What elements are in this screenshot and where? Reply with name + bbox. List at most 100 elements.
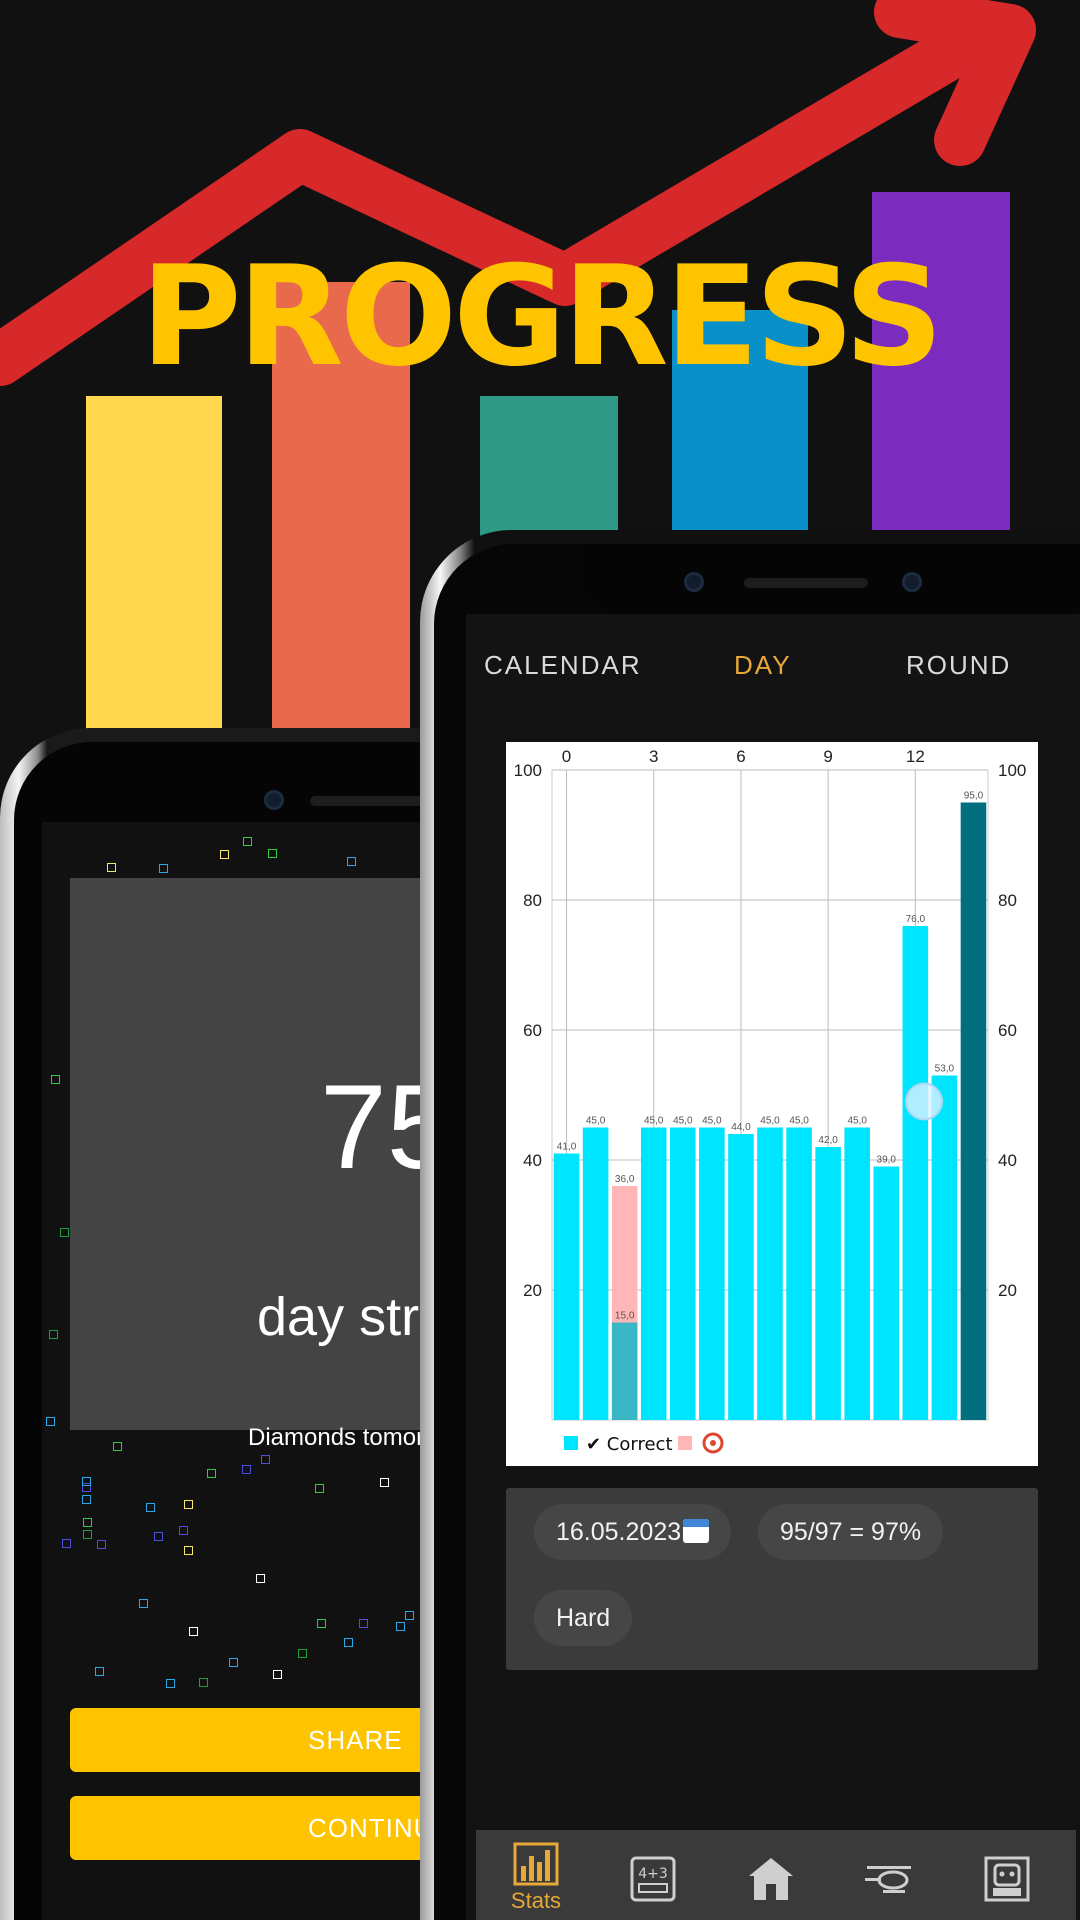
front-camera xyxy=(684,572,704,592)
chart-bar xyxy=(582,1127,609,1420)
phone-right-frame: CALENDAR DAY ROUND 20 20 40 40 60 60 80 80 100 10… xyxy=(420,530,1080,1920)
confetti-piece xyxy=(405,1611,414,1620)
phone-right-bezel: CALENDAR DAY ROUND 20 20 40 40 60 60 80 80 100 10… xyxy=(434,544,1080,1920)
confetti-piece xyxy=(243,837,252,846)
chart-bar xyxy=(553,1153,580,1420)
round-info-card: 16.05.2023 95/97 = 97% Hard xyxy=(506,1488,1038,1670)
bar-value-label: 45,0 xyxy=(586,1116,606,1127)
date-value: 16.05.2023 xyxy=(556,1518,682,1546)
confetti-piece xyxy=(189,1627,198,1636)
confetti-piece xyxy=(146,1503,155,1512)
nav-stats-label: Stats xyxy=(510,1888,562,1913)
confetti-piece xyxy=(140,1627,149,1636)
chart-bar xyxy=(670,1127,696,1420)
x-tick-label-top: 6 xyxy=(736,747,745,766)
continue-button[interactable]: CONTINUE xyxy=(70,1796,462,1860)
target-icon-center xyxy=(710,1440,716,1446)
nav-home[interactable] xyxy=(736,1842,806,1920)
confetti-piece xyxy=(139,1516,148,1525)
y-tick-label-left: 80 xyxy=(523,891,542,910)
bar-value-label: 45,0 xyxy=(702,1116,722,1127)
y-tick-label-right: 80 xyxy=(998,891,1017,910)
share-button[interactable]: SHARE xyxy=(70,1708,462,1772)
streak-subtitle: Diamonds tomorro xyxy=(248,1424,446,1451)
confetti-piece xyxy=(60,1228,69,1237)
bar-value-label: 44,0 xyxy=(731,1122,751,1133)
confetti-piece xyxy=(199,1678,208,1687)
confetti-piece xyxy=(317,1619,326,1628)
confetti-piece xyxy=(60,1259,69,1268)
chart-bar xyxy=(902,926,929,1420)
legend-swatch-wrong xyxy=(678,1436,692,1450)
streak-card: 75 day stre Diamonds tomorro xyxy=(70,878,462,1451)
tab-calendar[interactable]: CALENDAR xyxy=(484,650,642,681)
confetti-piece xyxy=(232,1690,241,1699)
tab-round[interactable]: ROUND xyxy=(906,650,1011,681)
confetti-piece xyxy=(261,1455,270,1464)
confetti-piece xyxy=(242,1465,251,1474)
y-tick-label-right: 100 xyxy=(998,761,1026,780)
phone-left-bezel: 75 day stre Diamonds tomorro SHARE CONTI… xyxy=(14,742,470,1920)
chart-bar xyxy=(815,1147,841,1420)
confetti-piece xyxy=(261,1669,270,1678)
nav-stats[interactable]: Stats xyxy=(496,1842,576,1920)
bar-value-label: 45,0 xyxy=(847,1116,867,1127)
bar-value-label: 53,0 xyxy=(935,1064,955,1075)
confetti-piece xyxy=(88,1545,97,1554)
bar-value-label: 39,0 xyxy=(877,1155,897,1166)
earpiece-speaker xyxy=(310,796,434,806)
y-tick-label-right: 40 xyxy=(998,1151,1017,1170)
date-chip[interactable]: 16.05.2023 xyxy=(534,1504,732,1560)
confetti-piece xyxy=(81,1459,90,1468)
confetti-piece xyxy=(238,1519,247,1528)
confetti-piece xyxy=(46,1417,55,1426)
confetti-piece xyxy=(222,1464,231,1473)
legend-label-correct: ✔ Correct xyxy=(586,1434,673,1455)
nav-profile[interactable] xyxy=(972,1842,1042,1920)
confetti-piece xyxy=(347,857,356,866)
score-chip[interactable]: 95/97 = 97% xyxy=(758,1504,944,1560)
bottom-navigation: Stats 4+3 xyxy=(476,1830,1076,1920)
chart-bar xyxy=(757,1127,783,1420)
profile-robot-icon xyxy=(984,1856,1030,1902)
confetti-piece xyxy=(315,1484,324,1493)
confetti-piece xyxy=(97,1540,106,1549)
nav-helicopter[interactable] xyxy=(854,1842,924,1920)
confetti-piece xyxy=(229,1658,238,1667)
confetti-piece xyxy=(380,1691,389,1700)
chart-bar xyxy=(640,1127,667,1420)
helicopter-icon xyxy=(865,1866,911,1893)
confetti-piece xyxy=(232,837,241,846)
confetti-piece xyxy=(82,1477,91,1486)
confetti-piece xyxy=(96,1523,105,1532)
confetti-piece xyxy=(224,830,233,839)
confetti-piece xyxy=(256,1574,265,1583)
confetti-piece xyxy=(185,1686,194,1695)
confetti-piece xyxy=(59,1280,68,1289)
tab-day[interactable]: DAY xyxy=(734,650,792,681)
confetti-piece xyxy=(179,1526,188,1535)
y-tick-label-right: 60 xyxy=(998,1021,1017,1040)
confetti-piece xyxy=(92,838,101,847)
confetti-piece xyxy=(60,1592,69,1601)
x-tick-label-top: 0 xyxy=(562,747,571,766)
chart-bar xyxy=(786,1127,812,1420)
touch-indicator xyxy=(905,1082,944,1121)
chart-bar xyxy=(728,1134,754,1420)
difficulty-chip[interactable]: Hard xyxy=(534,1590,633,1646)
confetti-piece xyxy=(80,1447,89,1456)
nav-math[interactable]: 4+3 xyxy=(618,1842,688,1920)
confetti-piece xyxy=(82,1495,91,1504)
confetti-piece xyxy=(244,1575,253,1584)
confetti-piece xyxy=(340,832,349,841)
chart-bar xyxy=(873,1166,900,1420)
y-tick-label-right: 20 xyxy=(998,1281,1017,1300)
bar-value-label: 45,0 xyxy=(644,1116,664,1127)
x-tick-label-top: 9 xyxy=(823,747,832,766)
confetti-piece xyxy=(202,1450,211,1459)
confetti-piece xyxy=(107,863,116,872)
confetti-piece xyxy=(291,1458,300,1467)
math-keypad-icon: 4+3 xyxy=(630,1856,676,1902)
confetti-piece xyxy=(154,1532,163,1541)
confetti-piece xyxy=(83,1530,92,1539)
